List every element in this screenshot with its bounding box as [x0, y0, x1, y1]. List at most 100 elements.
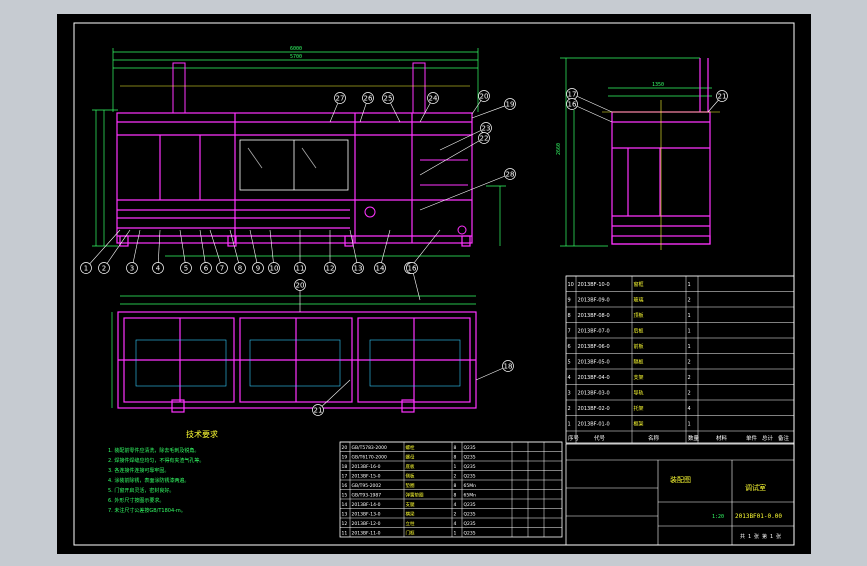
bom-right-cell: 2013BF-04-0: [578, 375, 610, 381]
bom-main-cell: 螺栓: [406, 444, 415, 451]
part-balloon: 19: [506, 101, 515, 109]
front-dim-overall: 6000: [290, 46, 302, 52]
bom-main-cell: 1: [454, 531, 457, 537]
bom-right-cell: 2: [568, 406, 571, 412]
part-balloon: 21: [314, 407, 323, 415]
part-balloon: 27: [336, 95, 345, 103]
bom-right-cell: 支架: [634, 374, 644, 381]
title-block-scale: 1:20: [712, 514, 724, 520]
title-block-sheet: 共 1 张 第 1 张: [740, 533, 781, 540]
bom-right-cell: 托架: [634, 405, 644, 412]
part-balloon: 24: [429, 95, 438, 103]
note-line: 5. 门窗开启灵活，密封良好。: [108, 487, 174, 494]
side-dim-height: 2660: [556, 143, 562, 155]
part-balloon: 10: [270, 265, 279, 273]
bom-main-cell: GB/T5783-2000: [352, 445, 388, 451]
bom-main-cell: 立柱: [406, 520, 415, 527]
bom-header-cell: 序号: [568, 434, 580, 442]
bom-right-cell: 顶板: [634, 312, 644, 319]
bom-main-cell: 17: [342, 474, 348, 480]
bom-right-cell: 7: [568, 329, 571, 335]
bom-main-cell: 65Mn: [464, 483, 477, 489]
bom-right-cell: 4: [688, 406, 691, 412]
bom-main-cell: 18: [342, 464, 348, 470]
bom-right-cell: 2013BF-05-0: [578, 360, 610, 366]
bom-main-cell: 螺母: [406, 454, 415, 461]
bom-right-cell: 窗框: [634, 281, 644, 288]
bom-right-cell: 框架: [634, 421, 644, 428]
cad-viewer: 6000 5700 1 2 3 4 5 6 7 8 9 10 11 12 13 …: [0, 0, 867, 562]
title-block-drawing-no: 2013BF01-0.00: [735, 513, 782, 520]
bom-main-cell: 横梁: [406, 511, 415, 518]
note-line: 2. 焊接件焊缝应均匀，不得有夹渣气孔等。: [108, 457, 204, 464]
bom-right-cell: 2: [688, 360, 691, 366]
bom-right-cell: 2013BF-08-0: [578, 313, 610, 319]
bom-main-cell: 8: [454, 445, 457, 451]
bom-main-cell: 2: [454, 474, 457, 480]
bom-right-cell: 导轨: [634, 390, 644, 397]
bom-right-cell: 隔板: [634, 359, 644, 366]
part-balloon: 26: [364, 95, 373, 103]
bom-main-cell: Q235: [464, 521, 476, 527]
bom-main-cell: 2013BF-15-0: [352, 474, 381, 480]
bom-main-cell: 1: [454, 464, 457, 470]
bom-header-cell: 备注: [778, 434, 790, 442]
bom-header-cell: 数量: [688, 434, 700, 442]
bom-right-cell: 5: [568, 360, 571, 366]
bom-main-cell: Q235: [464, 512, 476, 518]
bom-right-cell: 2: [688, 391, 691, 397]
bom-main-cell: 19: [342, 455, 348, 461]
part-balloon: 17: [568, 91, 577, 99]
bom-right-cell: 2: [688, 298, 691, 304]
note-line: 7. 未注尺寸公差按GB/T1804-m。: [108, 507, 186, 514]
bom-right-cell: 2013BF-10-0: [578, 282, 610, 288]
bom-main-cell: Q235: [464, 464, 476, 470]
bom-main-cell: GB/T6170-2000: [352, 455, 388, 461]
bom-main-cell: Q235: [464, 474, 476, 480]
bom-main-cell: 8: [454, 483, 457, 489]
bom-right-cell: 后板: [634, 328, 644, 335]
bom-main-cell: 15: [342, 493, 348, 499]
bom-right-cell: 2: [688, 375, 691, 381]
bom-right-cell: 3: [568, 391, 571, 397]
bom-right-cell: 2013BF-03-0: [578, 391, 610, 397]
bom-right-cell: 2013BF-01-0: [578, 422, 610, 428]
bom-header-cell: 材料: [716, 434, 728, 442]
part-balloon: 4: [156, 265, 161, 273]
part-balloon: 23: [482, 125, 491, 133]
bom-main-cell: 4: [454, 502, 457, 508]
part-balloon: 20: [296, 282, 305, 290]
part-balloon: 2: [102, 265, 106, 273]
part-balloon: 8: [238, 265, 242, 273]
bom-main-cell: 8: [454, 455, 457, 461]
part-balloon: 28: [506, 171, 515, 179]
bom-main-cell: Q235: [464, 502, 476, 508]
bom-right-cell: 9: [568, 298, 571, 304]
front-dim-inner: 5700: [290, 54, 302, 60]
bom-right-cell: 玻璃: [634, 297, 644, 304]
part-balloon: 18: [504, 363, 513, 371]
side-dim-top: 1350: [652, 82, 664, 88]
notes-heading: 技术要求: [186, 429, 218, 439]
bom-right-cell: 1: [688, 422, 691, 428]
bom-right-cell: 2013BF-09-0: [578, 298, 610, 304]
bom-main-cell: Q235: [464, 445, 476, 451]
note-line: 4. 涂装前除锈，表面涂防锈漆两遍。: [108, 477, 189, 484]
bom-right-cell: 前板: [634, 343, 644, 350]
bom-main-cell: 13: [342, 512, 348, 518]
part-balloon: 16: [408, 265, 417, 273]
part-balloon: 9: [256, 265, 260, 273]
bom-main-cell: 支腿: [406, 501, 415, 508]
bom-main-cell: 2013BF-12-0: [352, 521, 381, 527]
bom-main-cell: 12: [342, 521, 348, 527]
bom-header-cell: 名称: [648, 434, 660, 442]
bom-main-cell: Q235: [464, 455, 476, 461]
bom-right-cell: 10: [568, 282, 574, 288]
part-balloon: 7: [220, 265, 224, 273]
part-balloon: 5: [184, 265, 188, 273]
part-balloon: 20: [480, 93, 489, 101]
part-balloon: 21: [718, 93, 727, 101]
bom-main-cell: 2: [454, 512, 457, 518]
bom-right-cell: 4: [568, 375, 571, 381]
bom-right-cell: 1: [688, 329, 691, 335]
